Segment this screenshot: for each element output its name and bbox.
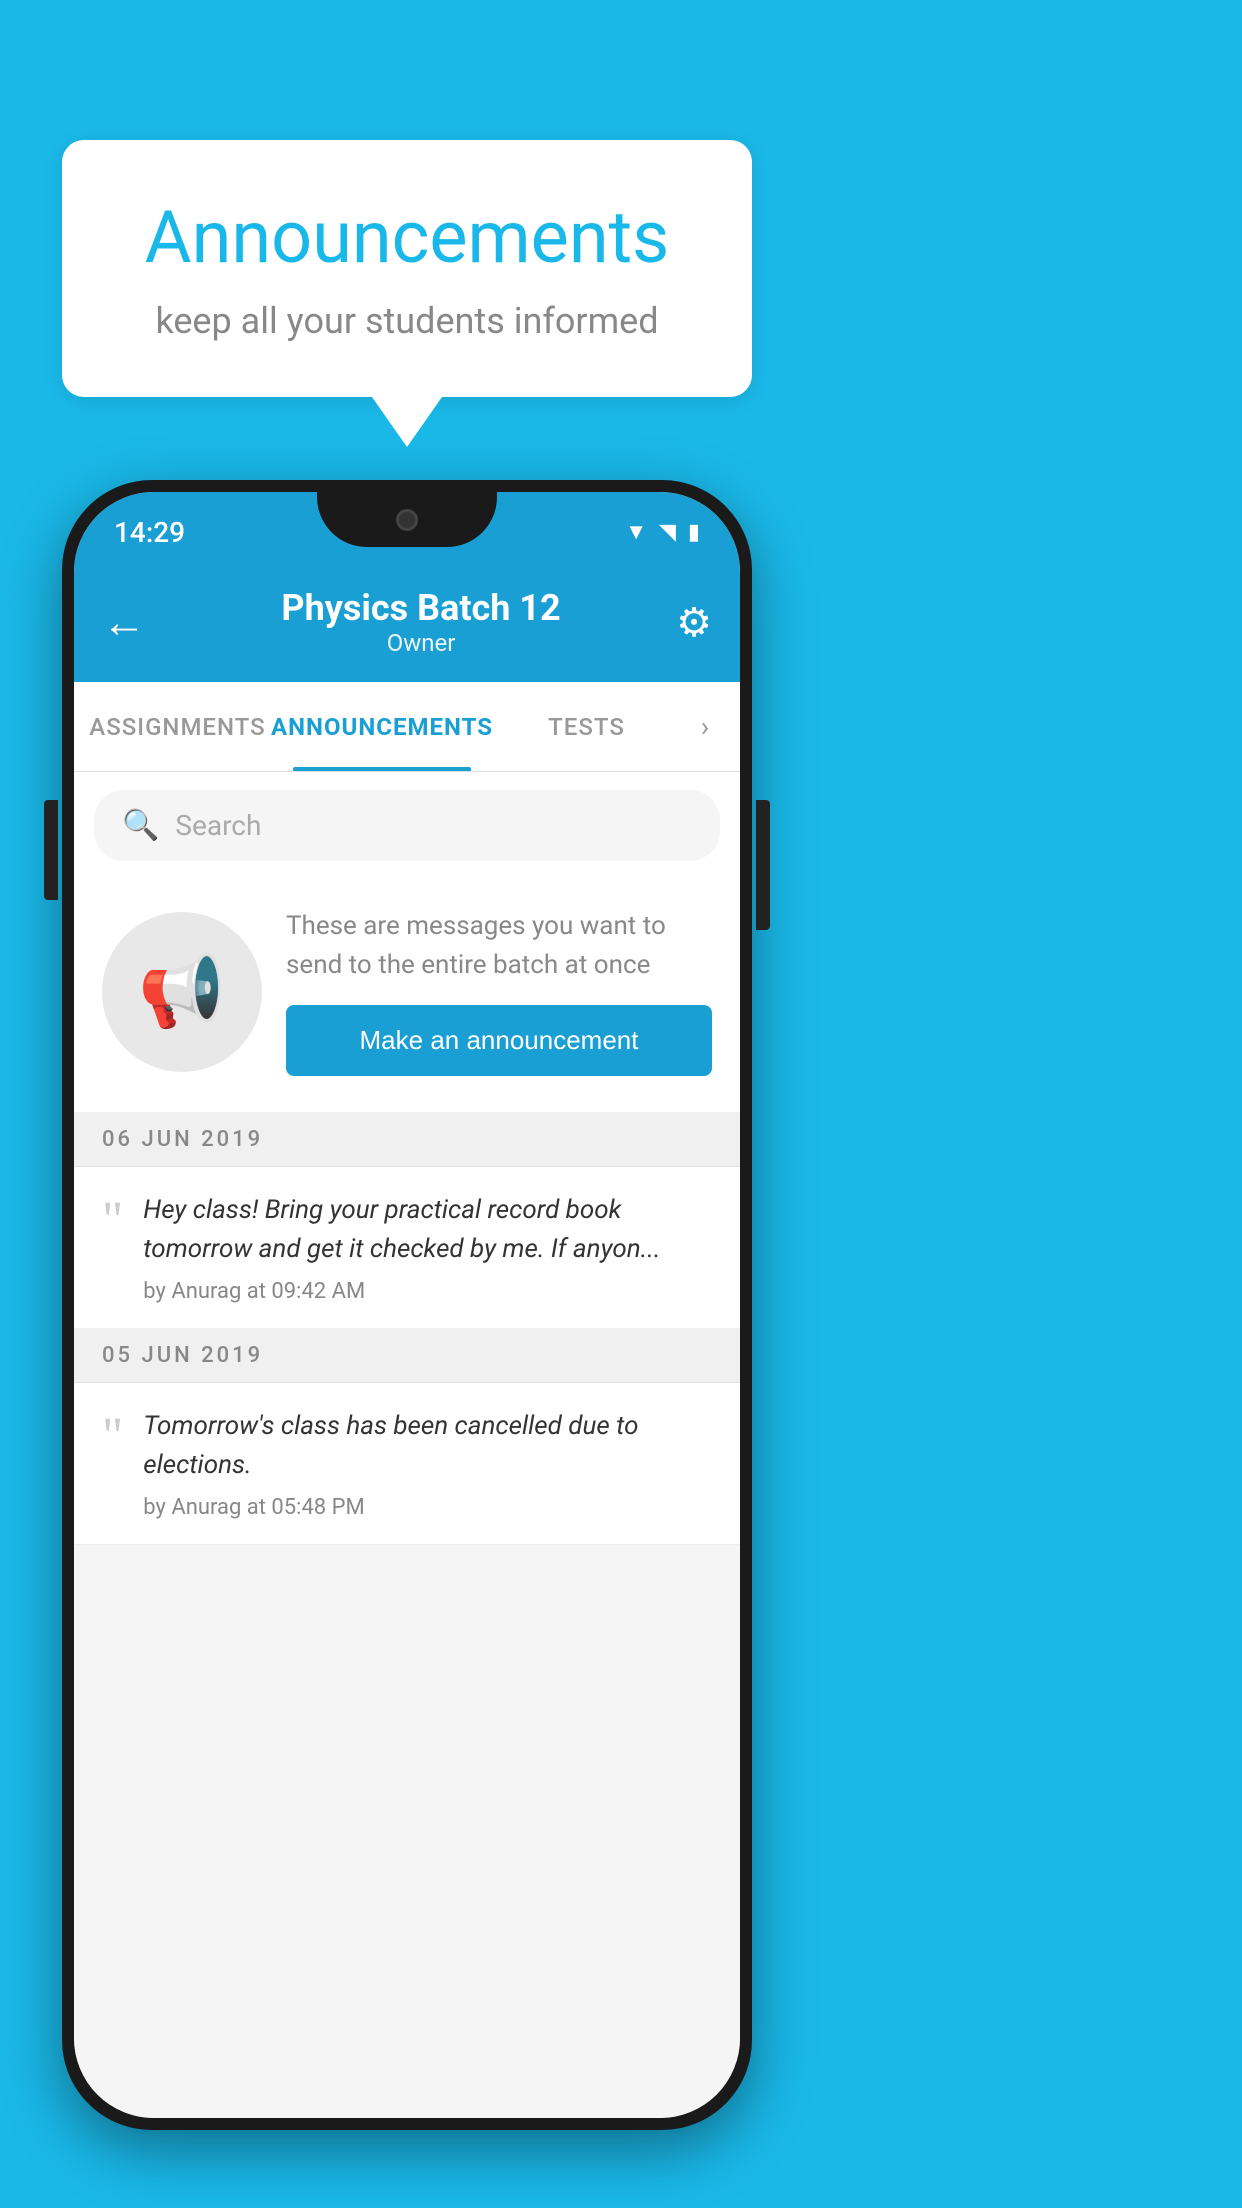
- speech-bubble-subtitle: keep all your students informed: [122, 300, 692, 342]
- status-time: 14:29: [114, 516, 185, 549]
- announcement-meta-2: by Anurag at 05:48 PM: [143, 1495, 712, 1520]
- promo-card: 📢 These are messages you want to send to…: [74, 879, 740, 1113]
- search-container: 🔍 Search: [74, 772, 740, 879]
- search-bar[interactable]: 🔍 Search: [94, 790, 720, 861]
- phone-outer: 14:29 ▼ ◥ ▮ ← Physics Batch 12 Owner ⚙: [62, 480, 752, 2130]
- app-bar-title: Physics Batch 12: [166, 587, 676, 629]
- tab-tests[interactable]: TESTS: [493, 682, 680, 771]
- app-bar-title-block: Physics Batch 12 Owner: [166, 587, 676, 657]
- speech-bubble: Announcements keep all your students inf…: [62, 140, 752, 397]
- status-icons: ▼ ◥ ▮: [625, 519, 700, 545]
- quote-icon-2: ": [102, 1411, 123, 1463]
- announcement-meta-1: by Anurag at 09:42 AM: [143, 1279, 712, 1304]
- tab-assignments[interactable]: ASSIGNMENTS: [84, 682, 271, 771]
- date-separator-1: 06 JUN 2019: [74, 1113, 740, 1167]
- search-icon: 🔍: [122, 808, 159, 843]
- signal-icon: ◥: [659, 520, 676, 545]
- phone-content: 🔍 Search 📢 These are messages you want t…: [74, 772, 740, 2118]
- speech-bubble-title: Announcements: [122, 195, 692, 280]
- phone-notch: [317, 492, 497, 547]
- promo-icon-circle: 📢: [102, 912, 262, 1072]
- promo-content: These are messages you want to send to t…: [286, 907, 712, 1076]
- megaphone-icon: 📢: [138, 951, 225, 1033]
- quote-icon-1: ": [102, 1195, 123, 1247]
- promo-description: These are messages you want to send to t…: [286, 907, 712, 985]
- app-bar-subtitle: Owner: [166, 629, 676, 657]
- make-announcement-button[interactable]: Make an announcement: [286, 1005, 712, 1076]
- speech-bubble-container: Announcements keep all your students inf…: [62, 140, 752, 447]
- announcement-text-2: Tomorrow's class has been cancelled due …: [143, 1407, 712, 1485]
- phone-inner: 14:29 ▼ ◥ ▮ ← Physics Batch 12 Owner ⚙: [74, 492, 740, 2118]
- battery-icon: ▮: [688, 520, 700, 545]
- announcement-item-1[interactable]: " Hey class! Bring your practical record…: [74, 1167, 740, 1329]
- back-button[interactable]: ←: [102, 596, 146, 648]
- announcement-content-2: Tomorrow's class has been cancelled due …: [143, 1407, 712, 1520]
- tab-more-icon[interactable]: ›: [680, 710, 730, 743]
- app-bar: ← Physics Batch 12 Owner ⚙: [74, 562, 740, 682]
- date-separator-2: 05 JUN 2019: [74, 1329, 740, 1383]
- search-placeholder: Search: [175, 809, 261, 842]
- phone-wrapper: 14:29 ▼ ◥ ▮ ← Physics Batch 12 Owner ⚙: [62, 480, 752, 2130]
- settings-icon[interactable]: ⚙: [676, 599, 712, 646]
- speech-bubble-tail: [372, 397, 442, 447]
- tab-announcements[interactable]: ANNOUNCEMENTS: [271, 682, 493, 771]
- announcement-content-1: Hey class! Bring your practical record b…: [143, 1191, 712, 1304]
- camera-icon: [396, 509, 418, 531]
- wifi-icon: ▼: [625, 519, 647, 545]
- announcement-text-1: Hey class! Bring your practical record b…: [143, 1191, 712, 1269]
- announcement-item-2[interactable]: " Tomorrow's class has been cancelled du…: [74, 1383, 740, 1545]
- tab-bar: ASSIGNMENTS ANNOUNCEMENTS TESTS ›: [74, 682, 740, 772]
